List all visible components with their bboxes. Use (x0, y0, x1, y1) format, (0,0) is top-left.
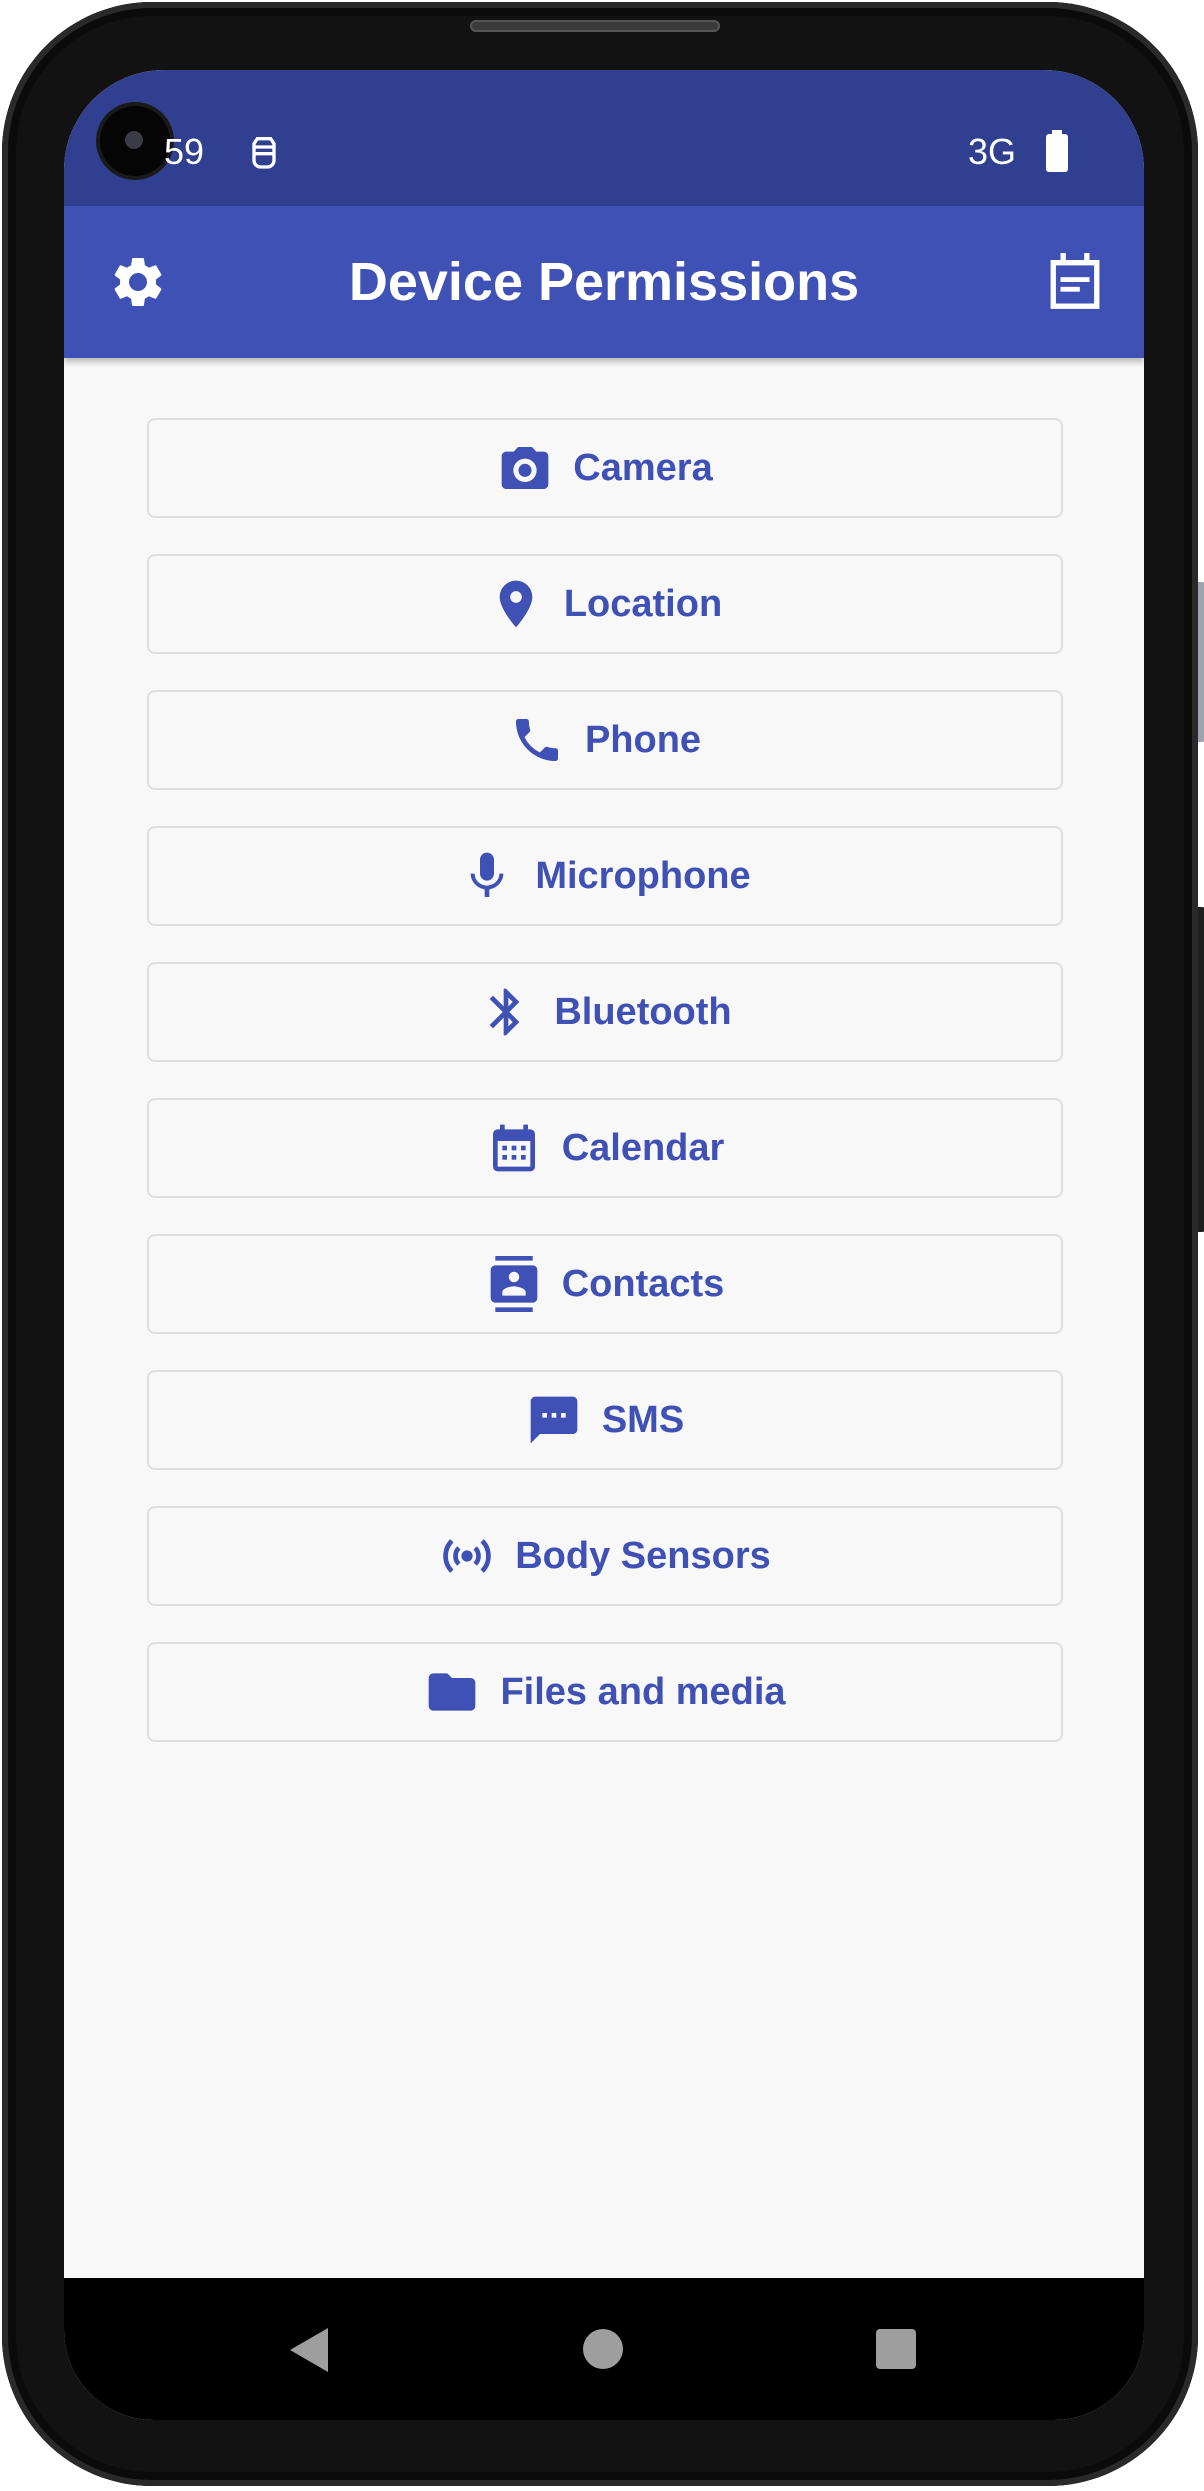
phone-frame: 59 3G Device Permissions Camera Location… (2, 2, 1204, 2486)
front-camera (100, 106, 170, 176)
battery-icon (1044, 130, 1070, 172)
page-title: Device Permissions (348, 252, 860, 312)
contacts-permission-button[interactable]: Contacts (147, 1234, 1063, 1334)
sms-icon (526, 1392, 582, 1448)
navigation-bar (64, 2278, 1144, 2420)
sms-permission-button[interactable]: SMS (147, 1370, 1063, 1470)
microphone-icon (459, 848, 515, 904)
contacts-icon (486, 1256, 542, 1312)
screen: 59 3G Device Permissions Camera Location… (64, 70, 1144, 2420)
bluetooth-permission-button[interactable]: Bluetooth (147, 962, 1063, 1062)
power-button (1198, 907, 1204, 1232)
home-icon[interactable] (583, 2329, 623, 2369)
earpiece-speaker (470, 20, 720, 32)
bluetooth-icon (478, 984, 534, 1040)
calendar-icon (486, 1120, 542, 1176)
status-bar: 59 3G (64, 70, 1144, 206)
microphone-label: Microphone (535, 854, 751, 897)
body-sensors-icon (439, 1528, 495, 1584)
files-media-label: Files and media (500, 1670, 786, 1713)
permissions-list: Camera Location Phone Microphone Bluetoo… (147, 418, 1063, 1778)
sim-icon (244, 132, 284, 172)
gear-icon[interactable] (108, 252, 168, 312)
location-pin-icon (488, 576, 544, 632)
body-sensors-label: Body Sensors (515, 1534, 771, 1577)
calendar-permission-button[interactable]: Calendar (147, 1098, 1063, 1198)
phone-permission-button[interactable]: Phone (147, 690, 1063, 790)
body-sensors-permission-button[interactable]: Body Sensors (147, 1506, 1063, 1606)
recents-icon[interactable] (876, 2329, 916, 2369)
volume-button (1198, 582, 1204, 742)
contacts-label: Contacts (561, 1262, 725, 1305)
folder-icon (424, 1664, 480, 1720)
bluetooth-label: Bluetooth (554, 990, 732, 1033)
calendar-note-icon[interactable] (1046, 250, 1104, 314)
calendar-label: Calendar (561, 1126, 725, 1169)
back-icon[interactable] (286, 2326, 330, 2374)
location-label: Location (563, 582, 723, 625)
camera-icon (497, 440, 553, 496)
microphone-permission-button[interactable]: Microphone (147, 826, 1063, 926)
phone-label: Phone (584, 718, 702, 761)
app-bar: Device Permissions (64, 206, 1144, 358)
network-type: 3G (968, 131, 1017, 172)
status-time: 59 (164, 131, 205, 172)
camera-label: Camera (573, 446, 713, 489)
camera-permission-button[interactable]: Camera (147, 418, 1063, 518)
location-permission-button[interactable]: Location (147, 554, 1063, 654)
phone-icon (509, 712, 565, 768)
sms-label: SMS (601, 1398, 685, 1441)
files-media-permission-button[interactable]: Files and media (147, 1642, 1063, 1742)
